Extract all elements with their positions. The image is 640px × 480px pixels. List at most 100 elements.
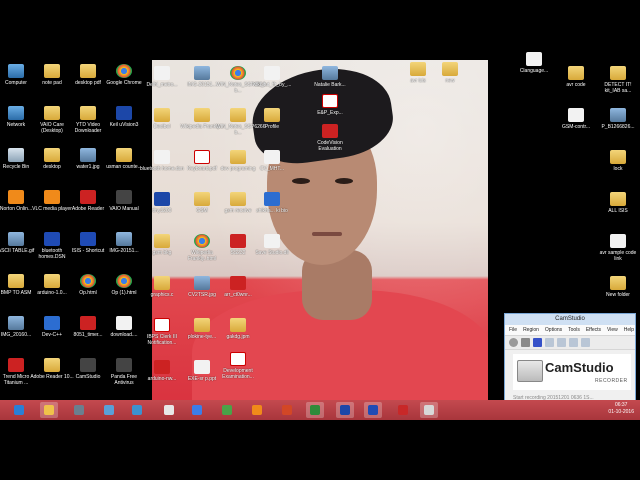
camstudio-title[interactable]: CamStudio <box>505 314 635 325</box>
camstudio-logo-icon <box>517 360 543 382</box>
options-icon[interactable] <box>557 338 566 347</box>
image-file-icon <box>610 108 626 122</box>
overlay-icon-12[interactable]: tiny3200 <box>140 192 184 214</box>
taskbar-button-camstudio[interactable] <box>420 402 438 418</box>
camstudio-menu-region[interactable]: Region <box>523 327 539 333</box>
folder-icon <box>44 148 60 162</box>
desktop-icon-label: gakdg.jpm <box>226 334 250 340</box>
overlay-icon-22[interactable]: arr_ct0wnr... <box>216 276 260 298</box>
taskbar-button-vlc[interactable] <box>248 402 266 418</box>
file-icon <box>264 150 280 164</box>
overlay-icon-25[interactable]: gakdg.jpm <box>216 318 260 340</box>
camstudio-window[interactable]: CamStudio File Region Options Tools Effects V… <box>504 313 636 405</box>
desktop-icon-label: ALL ISIS <box>608 208 628 214</box>
taskbar-button-green-app[interactable] <box>306 402 324 418</box>
overlay-icon-8[interactable]: bluetooth home.dsn <box>140 150 184 172</box>
desktop-icon-label: New folder <box>606 292 630 298</box>
chrome-icon <box>116 64 132 78</box>
right-icon-13[interactable]: CodeVision Evaluation <box>308 124 352 152</box>
desktop-icon-label: avr sample code link <box>599 250 637 262</box>
cursor-icon[interactable] <box>581 338 590 347</box>
folder-icon <box>194 318 210 332</box>
desktop-icon-label: graphics.c <box>150 292 174 298</box>
file-icon <box>264 234 280 248</box>
pdf-icon <box>230 352 246 366</box>
network-icon <box>8 106 24 120</box>
wallpaper-eye-right <box>335 178 353 184</box>
taskbar-button-norton[interactable] <box>160 402 178 418</box>
right-icon-10[interactable]: new <box>428 62 472 84</box>
taskbar-button-media[interactable] <box>70 402 88 418</box>
image-file-icon <box>194 66 210 80</box>
wallpaper-eye-left <box>292 178 310 184</box>
taskbar-button-chrome[interactable] <box>188 402 206 418</box>
file-explorer-icon <box>44 405 54 415</box>
right-icon-2[interactable]: DETECT IT! kit_IAB sa... <box>596 66 640 94</box>
overlay-icon-26[interactable]: arduino-nw... <box>140 360 184 382</box>
folder-icon <box>44 64 60 78</box>
disc-icon <box>104 405 114 415</box>
camstudio-logo-subtitle: RECORDER <box>595 378 628 384</box>
overlay-icon-28[interactable]: Development Examination... <box>216 352 260 380</box>
camstudio-menu-options[interactable]: Options <box>545 327 562 333</box>
folder-icon <box>610 276 626 290</box>
desktop-icon-label: shikha... ki bio <box>256 208 288 214</box>
overlay-icon-23[interactable]: IBPS Clerk III Notification... <box>140 318 184 346</box>
camstudio-menu-file[interactable]: File <box>509 327 517 333</box>
winrar-icon <box>230 276 246 290</box>
desktop-icon-label: CV_MHT... <box>259 166 285 172</box>
file-icon <box>526 52 542 66</box>
camstudio-menu-view[interactable]: View <box>607 327 618 333</box>
right-icon-12[interactable]: E&P_Exp... <box>308 94 352 116</box>
image-file-icon <box>322 66 338 80</box>
taskbar-button-ie[interactable] <box>10 402 28 418</box>
folder-icon <box>154 234 170 248</box>
overlay-icon-20[interactable]: graphics.c <box>140 276 184 298</box>
taskbar-button-red-app[interactable] <box>394 402 412 418</box>
pause-icon[interactable] <box>521 338 530 347</box>
vaio-icon <box>116 190 132 204</box>
overlay-icon-11[interactable]: CV_MHT... <box>250 150 294 172</box>
overlay-icon-7[interactable]: Profile <box>250 108 294 130</box>
camstudio-logo: CamStudio RECORDER <box>513 354 631 390</box>
region-icon[interactable] <box>545 338 554 347</box>
overlay-icon-4[interactable]: Decibel <box>140 108 184 130</box>
right-icon-4[interactable]: P_B1266826... <box>596 108 640 130</box>
record-icon[interactable] <box>509 338 518 347</box>
folder-icon <box>568 66 584 80</box>
isis-icon <box>80 232 96 246</box>
overlay-icon-16[interactable]: gsm bkg <box>140 234 184 256</box>
right-icon-3[interactable]: GSM-contr... <box>554 108 598 130</box>
desktop-icon-label: wiki_tut_ffr_by_... <box>252 82 292 88</box>
camstudio-menu-help[interactable]: Help <box>624 327 634 333</box>
right-icon-6[interactable]: ALL ISIS <box>596 192 640 214</box>
overlay-icon-19[interactable]: Save Studio.dll <box>250 234 294 256</box>
right-icon-5[interactable]: lock <box>596 150 640 172</box>
desktop-icon-label: P_B1266826... <box>601 124 635 130</box>
taskbar-button-keil[interactable] <box>336 402 354 418</box>
right-icon-8[interactable]: New folder <box>596 276 640 298</box>
folder-icon <box>194 192 210 206</box>
taskbar-button-media-player[interactable] <box>218 402 236 418</box>
right-icon-7[interactable]: avr sample code link <box>596 234 640 262</box>
taskbar-button-isis[interactable] <box>364 402 382 418</box>
screen: Computer note pad desktop pdf Google Chrome… <box>0 0 640 480</box>
image-file-icon <box>80 148 96 162</box>
overlay-icon-0[interactable]: Delhi_metro... <box>140 66 184 88</box>
taskbar-clock[interactable]: 06:37 01-10-2016 <box>608 402 634 416</box>
right-icon-0[interactable]: Clanguage... <box>512 52 556 74</box>
camstudio-menu-tools[interactable]: Tools <box>568 327 580 333</box>
overlay-icon-3[interactable]: wiki_tut_ffr_by_... <box>250 66 294 88</box>
annotation-icon[interactable] <box>569 338 578 347</box>
stop-icon[interactable] <box>533 338 542 347</box>
taskbar-button-powerpoint[interactable] <box>278 402 296 418</box>
taskbar-button-file-explorer[interactable] <box>40 402 58 418</box>
overlay-icon-15[interactable]: shikha... ki bio <box>250 192 294 214</box>
taskbar-button-disc[interactable] <box>100 402 118 418</box>
right-icon-1[interactable]: avr code <box>554 66 598 88</box>
camstudio-menu-effects[interactable]: Effects <box>586 327 601 333</box>
taskbar-button-photo-app[interactable] <box>128 402 146 418</box>
folder-icon <box>410 62 426 76</box>
right-icon-11[interactable]: Natalie Bark... <box>308 66 352 88</box>
camstudio-logo-text: CamStudio <box>545 360 614 375</box>
